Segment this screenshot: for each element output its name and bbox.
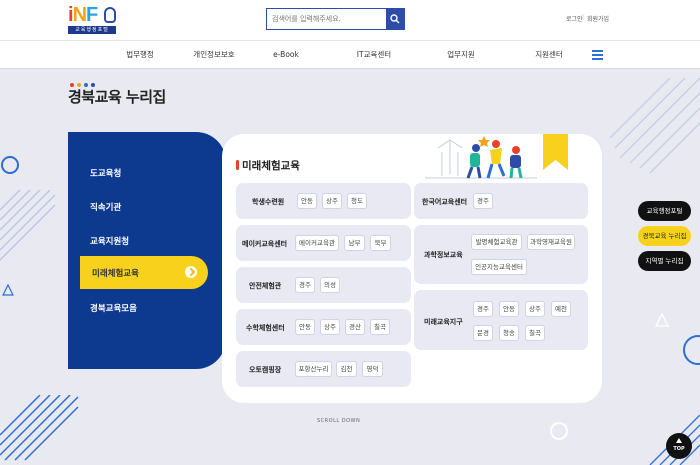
chip-link[interactable]: 발명체험교육관: [471, 234, 522, 250]
login-link[interactable]: 로그인: [566, 14, 583, 23]
quick-link-regional-homepage[interactable]: 지역별 누리집: [638, 251, 691, 271]
chip-link[interactable]: 김천: [336, 361, 357, 377]
quick-link-gb-homepage[interactable]: 경북교육 누리집: [638, 226, 691, 246]
decor-triangle-right: [655, 313, 669, 327]
scroll-top-button[interactable]: TOP: [666, 433, 692, 459]
decor-ring-right: [683, 335, 700, 365]
arrow-up-icon: [676, 438, 682, 443]
list-item: 한국어교육센터 경주: [414, 183, 588, 219]
list-item: 미래교육지구 경주 안동 상주 예천 문경 청송 칠곡: [414, 290, 588, 350]
nav-item-work-support[interactable]: 업무지원: [447, 41, 475, 69]
owl-icon: [104, 7, 116, 23]
nav-item-ebook[interactable]: e-Book: [273, 41, 299, 69]
chip-link[interactable]: 청도: [347, 193, 367, 209]
chip-link[interactable]: 칠곡: [525, 325, 545, 341]
chevron-right-icon: [185, 266, 197, 278]
util-separator: |: [582, 14, 585, 21]
site-logo[interactable]: iNF 교육행정포털: [68, 5, 116, 35]
chip-link[interactable]: 인공지능교육센터: [471, 259, 527, 275]
sidebar: 도교육청 직속기관 교육지원청 경북교육모음: [68, 132, 226, 369]
row-label: 미래교육지구: [424, 318, 463, 326]
nav-item-it-center[interactable]: IT교육센터: [357, 41, 391, 69]
chip-link[interactable]: 북부: [370, 235, 391, 251]
row-label: 메이커교육센터: [242, 240, 288, 248]
sidebar-item-district-office[interactable]: 교육지원청: [90, 235, 129, 247]
decor-stripes-bottom-left: [0, 395, 79, 461]
chip-link[interactable]: 의성: [320, 277, 340, 293]
chip-link[interactable]: 포항산누리: [295, 361, 332, 377]
nav-item-legal[interactable]: 법무행정: [126, 41, 154, 69]
chip-link[interactable]: 상주: [320, 319, 340, 335]
chip-link[interactable]: 안동: [297, 193, 317, 209]
sidebar-item-provincial-office[interactable]: 도교육청: [90, 167, 121, 179]
title-marker: [236, 160, 239, 170]
row-label: 안전체험관: [249, 282, 282, 290]
list-item: 메이커교육센터 메이커교육관 남부 북부: [236, 225, 411, 261]
chip-link[interactable]: 안동: [499, 301, 519, 317]
list-item: 안전체험관 경주 의성: [236, 267, 411, 303]
sidebar-item-future-experience[interactable]: 미래체험교육: [80, 256, 208, 289]
top-header: iNF 교육행정포털 로그인 | 회원가입: [0, 0, 700, 40]
people-illustration: [425, 136, 537, 179]
search-box: [266, 8, 405, 30]
row-label: 과학정보교육: [424, 251, 463, 259]
decor-stripes-left: [0, 190, 56, 261]
sidebar-item-label: 미래체험교육: [92, 269, 139, 279]
nav-item-privacy[interactable]: 개인정보보호: [193, 41, 234, 69]
join-link[interactable]: 회원가입: [587, 14, 609, 23]
chip-link[interactable]: 청송: [499, 325, 519, 341]
top-label: TOP: [673, 446, 685, 452]
logo-subtitle: 교육행정포털: [68, 26, 116, 34]
logo-wordmark: iNF: [68, 4, 98, 26]
chip-link[interactable]: 경주: [473, 301, 493, 317]
chip-link[interactable]: 상주: [525, 301, 545, 317]
chip-link[interactable]: 경주: [473, 193, 493, 209]
sidebar-item-collection[interactable]: 경북교육모음: [90, 302, 137, 314]
panel-title: 미래체험교육: [242, 160, 300, 172]
search-icon: [390, 14, 400, 24]
chip-link[interactable]: 경주: [295, 277, 315, 293]
row-label: 오토캠핑장: [249, 366, 282, 374]
main-nav: 법무행정 개인정보보호 e-Book IT교육센터 업무지원 지원센터: [0, 40, 700, 69]
decor-ring-left: [1, 156, 19, 174]
sidebar-item-affiliated[interactable]: 직속기관: [90, 201, 121, 213]
list-item: 과학정보교육 발명체험교육관 과학영재교육원 인공지능교육센터: [414, 225, 588, 284]
quick-link-admin-portal[interactable]: 교육행정포털: [638, 201, 691, 221]
hamburger-menu-icon[interactable]: [592, 50, 603, 60]
chip-link[interactable]: 상주: [322, 193, 342, 209]
chip-link[interactable]: 과학영재교육원: [527, 234, 575, 250]
row-label: 수학체험센터: [246, 324, 285, 332]
page-title: 경북교육 누리집: [68, 88, 166, 106]
list-item: 오토캠핑장 포항산누리 김천 영덕: [236, 351, 411, 387]
row-label: 학생수련원: [252, 198, 285, 206]
list-item: 학생수련원 안동 상주 청도: [236, 183, 411, 219]
scroll-down-hint: SCROLL DOWN: [317, 418, 361, 424]
search-input[interactable]: [267, 9, 387, 29]
chip-link[interactable]: 문경: [473, 325, 493, 341]
list-item: 수학체험센터 안동 상주 경산 칠곡: [236, 309, 411, 345]
decor-stripes-right: [609, 78, 700, 174]
nav-item-support-center[interactable]: 지원센터: [535, 41, 563, 69]
row-label: 한국어교육센터: [422, 198, 468, 206]
chip-link[interactable]: 칠곡: [370, 319, 390, 335]
chip-link[interactable]: 예천: [551, 301, 571, 317]
chip-link[interactable]: 메이커교육관: [295, 235, 339, 251]
chip-link[interactable]: 경산: [345, 319, 365, 335]
chip-link[interactable]: 안동: [295, 319, 315, 335]
search-button[interactable]: [386, 9, 404, 29]
decor-triangle-left: [2, 284, 14, 296]
decor-ring-bottom: [550, 422, 568, 440]
chip-link[interactable]: 남부: [344, 235, 365, 251]
chip-link[interactable]: 영덕: [362, 361, 383, 377]
